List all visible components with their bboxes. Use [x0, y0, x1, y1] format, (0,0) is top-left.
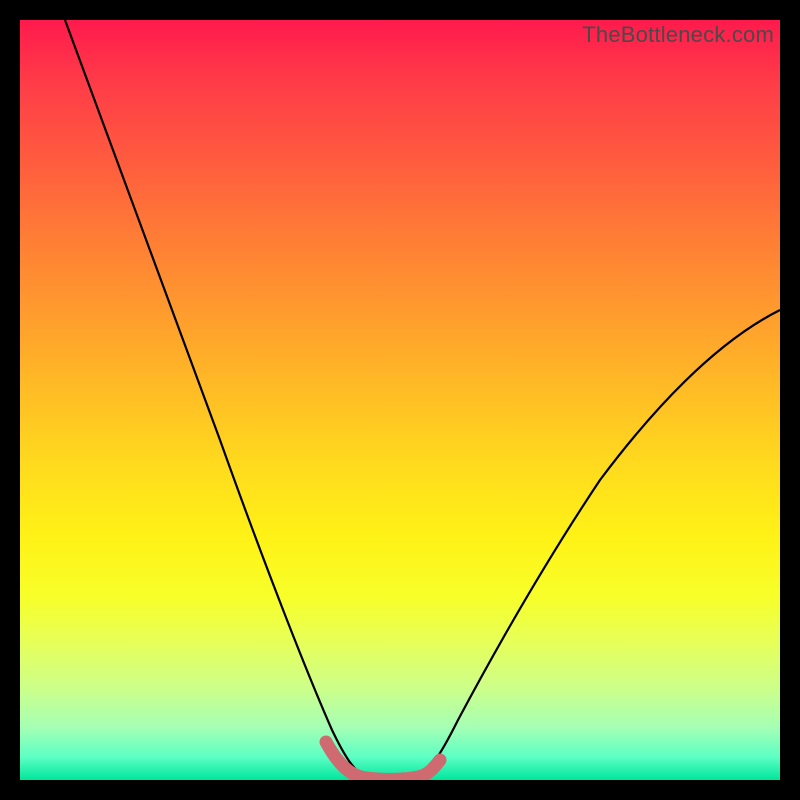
chart-svg — [20, 20, 780, 780]
valley-highlight — [326, 742, 440, 779]
watermark-text: TheBottleneck.com — [582, 22, 774, 48]
chart-frame: TheBottleneck.com — [20, 20, 780, 780]
bottleneck-curve — [65, 20, 780, 778]
